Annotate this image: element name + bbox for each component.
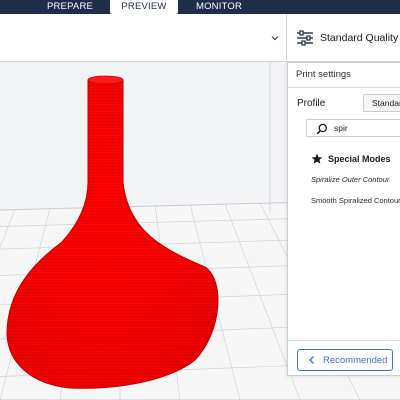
search-input[interactable]: spir bbox=[334, 123, 348, 133]
divider bbox=[288, 340, 400, 341]
print-settings-button[interactable]: Standard Quality - 0. bbox=[288, 14, 400, 62]
stage-menu-bar: PREPARE PREVIEW MONITOR bbox=[0, 0, 400, 14]
panel-title: Print settings bbox=[296, 69, 351, 80]
recommended-button[interactable]: Recommended bbox=[297, 349, 393, 371]
divider bbox=[288, 87, 400, 88]
settings-search-field[interactable]: spir bbox=[306, 119, 400, 137]
print-settings-panel: Print settings Profile Standard spir Spe… bbox=[287, 62, 400, 376]
profile-select[interactable]: Standard bbox=[363, 94, 400, 112]
settings-sliders-icon bbox=[297, 30, 313, 46]
tab-preview[interactable]: PREVIEW bbox=[110, 0, 178, 14]
category-label: Special Modes bbox=[328, 154, 391, 164]
category-special-modes[interactable]: Special Modes bbox=[306, 152, 400, 166]
quality-profile-label: Standard Quality - 0. bbox=[320, 32, 400, 44]
toolbar: Standard Quality - 0. bbox=[0, 14, 400, 62]
setting-smooth-spiralized-contours[interactable]: Smooth Spiralized Contours bbox=[311, 196, 400, 205]
chevron-down-icon bbox=[271, 36, 279, 41]
search-icon bbox=[316, 123, 328, 135]
setting-spiralize-outer-contour[interactable]: Spiralize Outer Contour bbox=[311, 175, 389, 184]
tab-monitor[interactable]: MONITOR bbox=[182, 0, 256, 14]
recommended-label: Recommended bbox=[323, 355, 388, 366]
star-icon bbox=[311, 153, 323, 164]
profile-label: Profile bbox=[297, 98, 326, 109]
chevron-left-icon bbox=[309, 356, 314, 364]
tab-prepare[interactable]: PREPARE bbox=[30, 0, 110, 14]
stage-dropdown[interactable] bbox=[0, 14, 287, 62]
